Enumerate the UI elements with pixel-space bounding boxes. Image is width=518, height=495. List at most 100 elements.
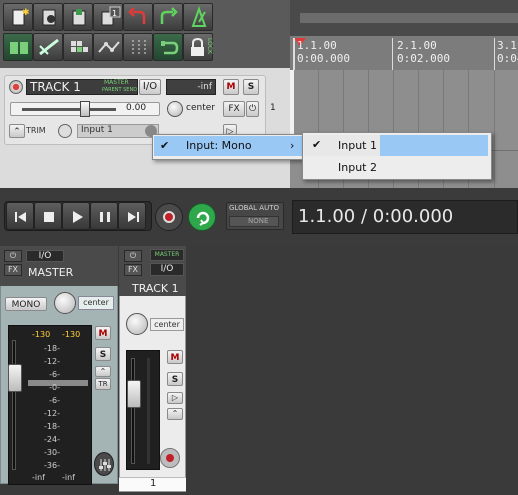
go-to-start-button[interactable]	[6, 202, 34, 230]
record-icon	[166, 454, 174, 462]
global-auto-value: NONE	[248, 217, 269, 225]
track-solo-button[interactable]: S	[167, 372, 183, 386]
master-mute-button[interactable]: M	[95, 326, 111, 340]
metronome-icon[interactable]	[183, 3, 213, 31]
track-pan-knob[interactable]	[126, 313, 148, 335]
horizontal-scrollbar[interactable]	[300, 13, 518, 23]
stop-button[interactable]	[34, 202, 62, 230]
ruler-line	[392, 38, 393, 70]
master-io-button[interactable]: I/O	[26, 250, 64, 262]
routing-icon[interactable]	[93, 33, 123, 61]
ruler-time-label: 0:02.000	[397, 52, 450, 65]
go-to-end-button[interactable]	[118, 202, 146, 230]
envelope-button[interactable]: ⌃	[9, 124, 25, 138]
lock-label: LOCK	[206, 38, 213, 54]
mute-button[interactable]: M	[223, 79, 239, 95]
grid-line	[494, 70, 495, 188]
input-select-value: Input 1	[81, 125, 113, 135]
meter-scale-label: -12-	[44, 409, 60, 418]
meter-scale-label: -24-	[44, 435, 60, 444]
meter-scale-label: -30-	[44, 448, 60, 457]
volume-value: 0.00	[126, 103, 147, 113]
track-strip-number: 1	[150, 478, 157, 489]
track-monitor-icon[interactable]: ▷	[167, 392, 183, 404]
master-bottom-left: -inf	[32, 473, 45, 482]
master-envelope-icon[interactable]: ⌃	[95, 366, 111, 377]
volume-slider-thumb[interactable]	[80, 101, 90, 117]
grid-icon[interactable]	[63, 33, 93, 61]
master-name: MASTER	[28, 266, 74, 279]
repeat-button[interactable]	[188, 203, 216, 231]
track-number: 1	[270, 103, 276, 113]
undo-icon[interactable]	[123, 3, 153, 31]
track-name: TRACK 1	[30, 80, 81, 94]
master-peak-right: -130	[62, 330, 81, 339]
track-record-arm-button[interactable]	[160, 448, 180, 468]
open-project-icon[interactable]	[33, 3, 63, 31]
master-solo-button[interactable]: S	[95, 347, 111, 361]
track-fader-track	[131, 358, 135, 464]
track-mute-button[interactable]: M	[167, 350, 183, 364]
master-peak-left: -130	[32, 330, 51, 339]
io-button[interactable]: I/O	[139, 79, 161, 95]
parent-send-label: PARENT SEND	[102, 87, 138, 93]
solo-button[interactable]: S	[243, 79, 259, 95]
master-fader-thumb[interactable]	[8, 364, 22, 392]
ruler-time-label: 0:00.000	[297, 52, 350, 65]
master-pan-knob[interactable]	[54, 292, 76, 314]
meter-scale-label: -6-	[49, 370, 60, 379]
volume-slider-track	[22, 108, 116, 111]
play-button[interactable]	[62, 202, 90, 230]
new-project-icon[interactable]: ✱	[3, 3, 33, 31]
svg-text:1: 1	[112, 9, 117, 18]
master-fx-button[interactable]: FX	[4, 264, 22, 276]
loop-repeat-icon[interactable]	[153, 33, 183, 61]
meter-scale-label: -12-	[44, 357, 60, 366]
record-arm-button[interactable]	[9, 80, 23, 94]
master-fader-track	[12, 340, 16, 470]
ruler-bar-label: 3.1	[497, 39, 517, 52]
global-auto-label: GLOBAL AUTO	[229, 204, 279, 212]
project-tab-icon[interactable]: 1	[93, 3, 123, 31]
phase-icon[interactable]	[58, 124, 72, 138]
menu-item-label: Input: Mono	[186, 139, 252, 152]
meter-scale-label: -6-	[49, 396, 60, 405]
track-io-button[interactable]: I/O	[150, 263, 184, 276]
track-meter[interactable]: -inf	[166, 79, 216, 95]
svg-text:✱: ✱	[22, 8, 30, 18]
ruler-line	[293, 38, 295, 70]
master-power-icon[interactable]: ⏻	[4, 250, 22, 262]
save-project-icon[interactable]	[63, 3, 93, 31]
track-envelope-icon[interactable]: ⌃	[167, 408, 183, 420]
trim-label: TRIM	[26, 126, 46, 135]
fx-bypass-button[interactable]: ⏻	[246, 101, 259, 117]
pan-knob[interactable]	[167, 101, 183, 117]
record-icon	[163, 211, 175, 223]
record-button[interactable]	[155, 203, 183, 231]
master-pan-value: center	[78, 296, 114, 310]
meter-scale-label: -18-	[44, 422, 60, 431]
master-fx-chain-icon[interactable]	[94, 452, 114, 476]
submenu-item-label: Input 1	[338, 139, 377, 152]
pan-value: center	[186, 103, 215, 113]
check-icon: ✔	[160, 139, 170, 152]
redo-icon[interactable]	[153, 3, 183, 31]
lock-icon[interactable]: LOCK	[183, 33, 213, 61]
track-power-icon[interactable]: ⏻	[124, 250, 142, 262]
check-icon: ✔	[312, 138, 322, 151]
meter-scale-label: -36-	[44, 461, 60, 470]
snap-icon[interactable]	[3, 33, 33, 61]
meter-scale-label: -18-	[44, 344, 60, 353]
submenu-item-label[interactable]: Input 2	[338, 161, 377, 174]
track-strip-name: TRACK 1	[132, 282, 179, 295]
ripple-edit-icon[interactable]	[33, 33, 63, 61]
master-tr-button[interactable]: TR	[95, 378, 111, 390]
track-fx-button[interactable]: FX	[124, 264, 142, 276]
pause-button[interactable]	[90, 202, 118, 230]
mono-button[interactable]: MONO	[5, 297, 47, 311]
chevron-right-icon: ›	[290, 139, 295, 152]
loop-icon[interactable]	[123, 33, 153, 61]
ruler-line	[494, 38, 495, 70]
fx-button[interactable]: FX	[223, 101, 245, 117]
track-fader-thumb[interactable]	[127, 380, 141, 408]
